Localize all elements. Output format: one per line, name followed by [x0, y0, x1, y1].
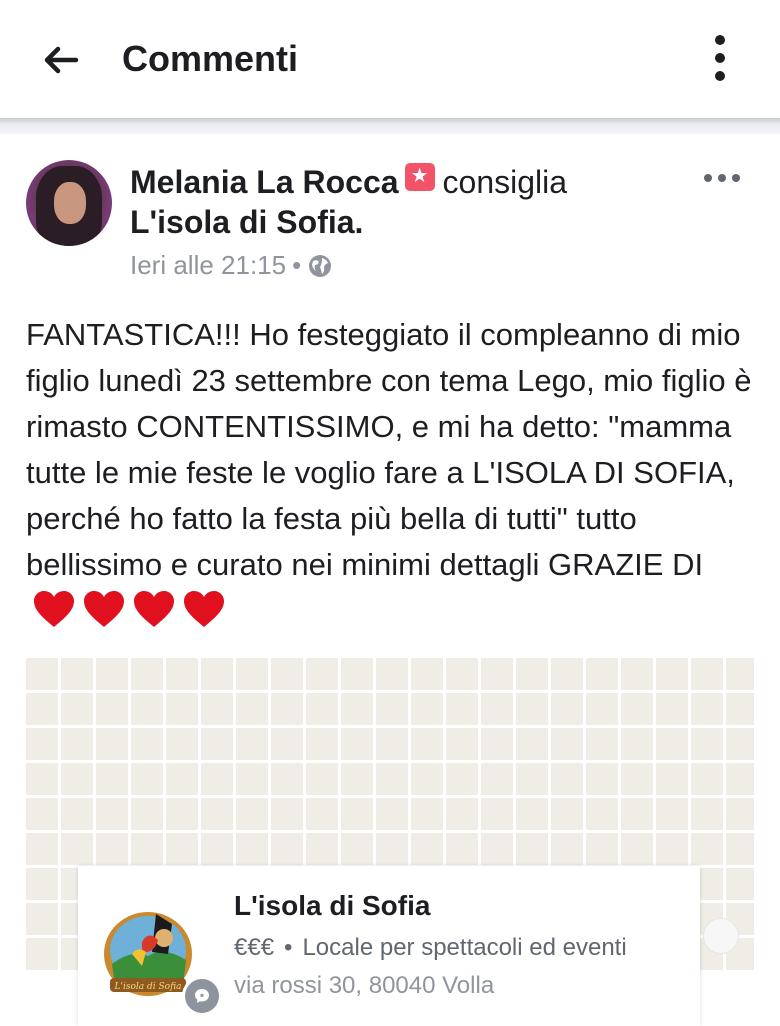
heart-icon [84, 591, 124, 627]
globe-icon [309, 254, 332, 277]
place-price: €€€ [234, 934, 275, 961]
place-info-separator: • [284, 934, 293, 961]
svg-text:L'isola di Sofia: L'isola di Sofia [114, 982, 182, 992]
messenger-badge-icon [182, 976, 222, 1016]
heart-icon [184, 591, 224, 627]
author-name[interactable]: Melania La Rocca [130, 164, 399, 200]
map-location-marker [703, 918, 739, 954]
top-bar: Commenti [0, 0, 780, 118]
heart-icon [134, 591, 174, 627]
recommend-verb: consiglia [442, 164, 568, 200]
post-text: FANTASTICA!!! Ho festeggiato il complean… [26, 317, 752, 582]
place-address: via rossi 30, 80040 Volla [234, 972, 495, 999]
meta-separator: • [292, 250, 302, 280]
header-divider [0, 118, 780, 134]
place-logo: L'isola di Sofia [104, 912, 192, 996]
place-category: Locale per spettacoli ed eventi [302, 934, 627, 961]
recommendation-star-icon: ★ [404, 163, 435, 191]
post-body: FANTASTICA!!! Ho festeggiato il complean… [26, 312, 766, 634]
page-title: Commenti [122, 38, 299, 79]
place-name[interactable]: L'isola di Sofia [234, 890, 430, 922]
post-header: Melania La Rocca ★ consiglia L'isola di So… [130, 162, 690, 242]
heart-icon [34, 591, 74, 627]
recommended-page-link[interactable]: L'isola di Sofia. [130, 204, 363, 240]
post-meta: Ieri alle 21:15 • [130, 250, 333, 281]
arrow-left-icon[interactable] [38, 38, 82, 82]
more-horizontal-icon[interactable] [700, 168, 744, 188]
place-info: €€€ • Locale per spettacoli ed eventi [234, 934, 627, 962]
heart-emojis [26, 588, 226, 634]
place-card[interactable]: L'isola di Sofia L'isola di Sofia €€€ • Lo… [78, 866, 700, 1026]
post-timestamp[interactable]: Ieri alle 21:15 [130, 250, 286, 281]
avatar[interactable] [26, 160, 112, 246]
more-vertical-icon[interactable] [700, 30, 740, 90]
